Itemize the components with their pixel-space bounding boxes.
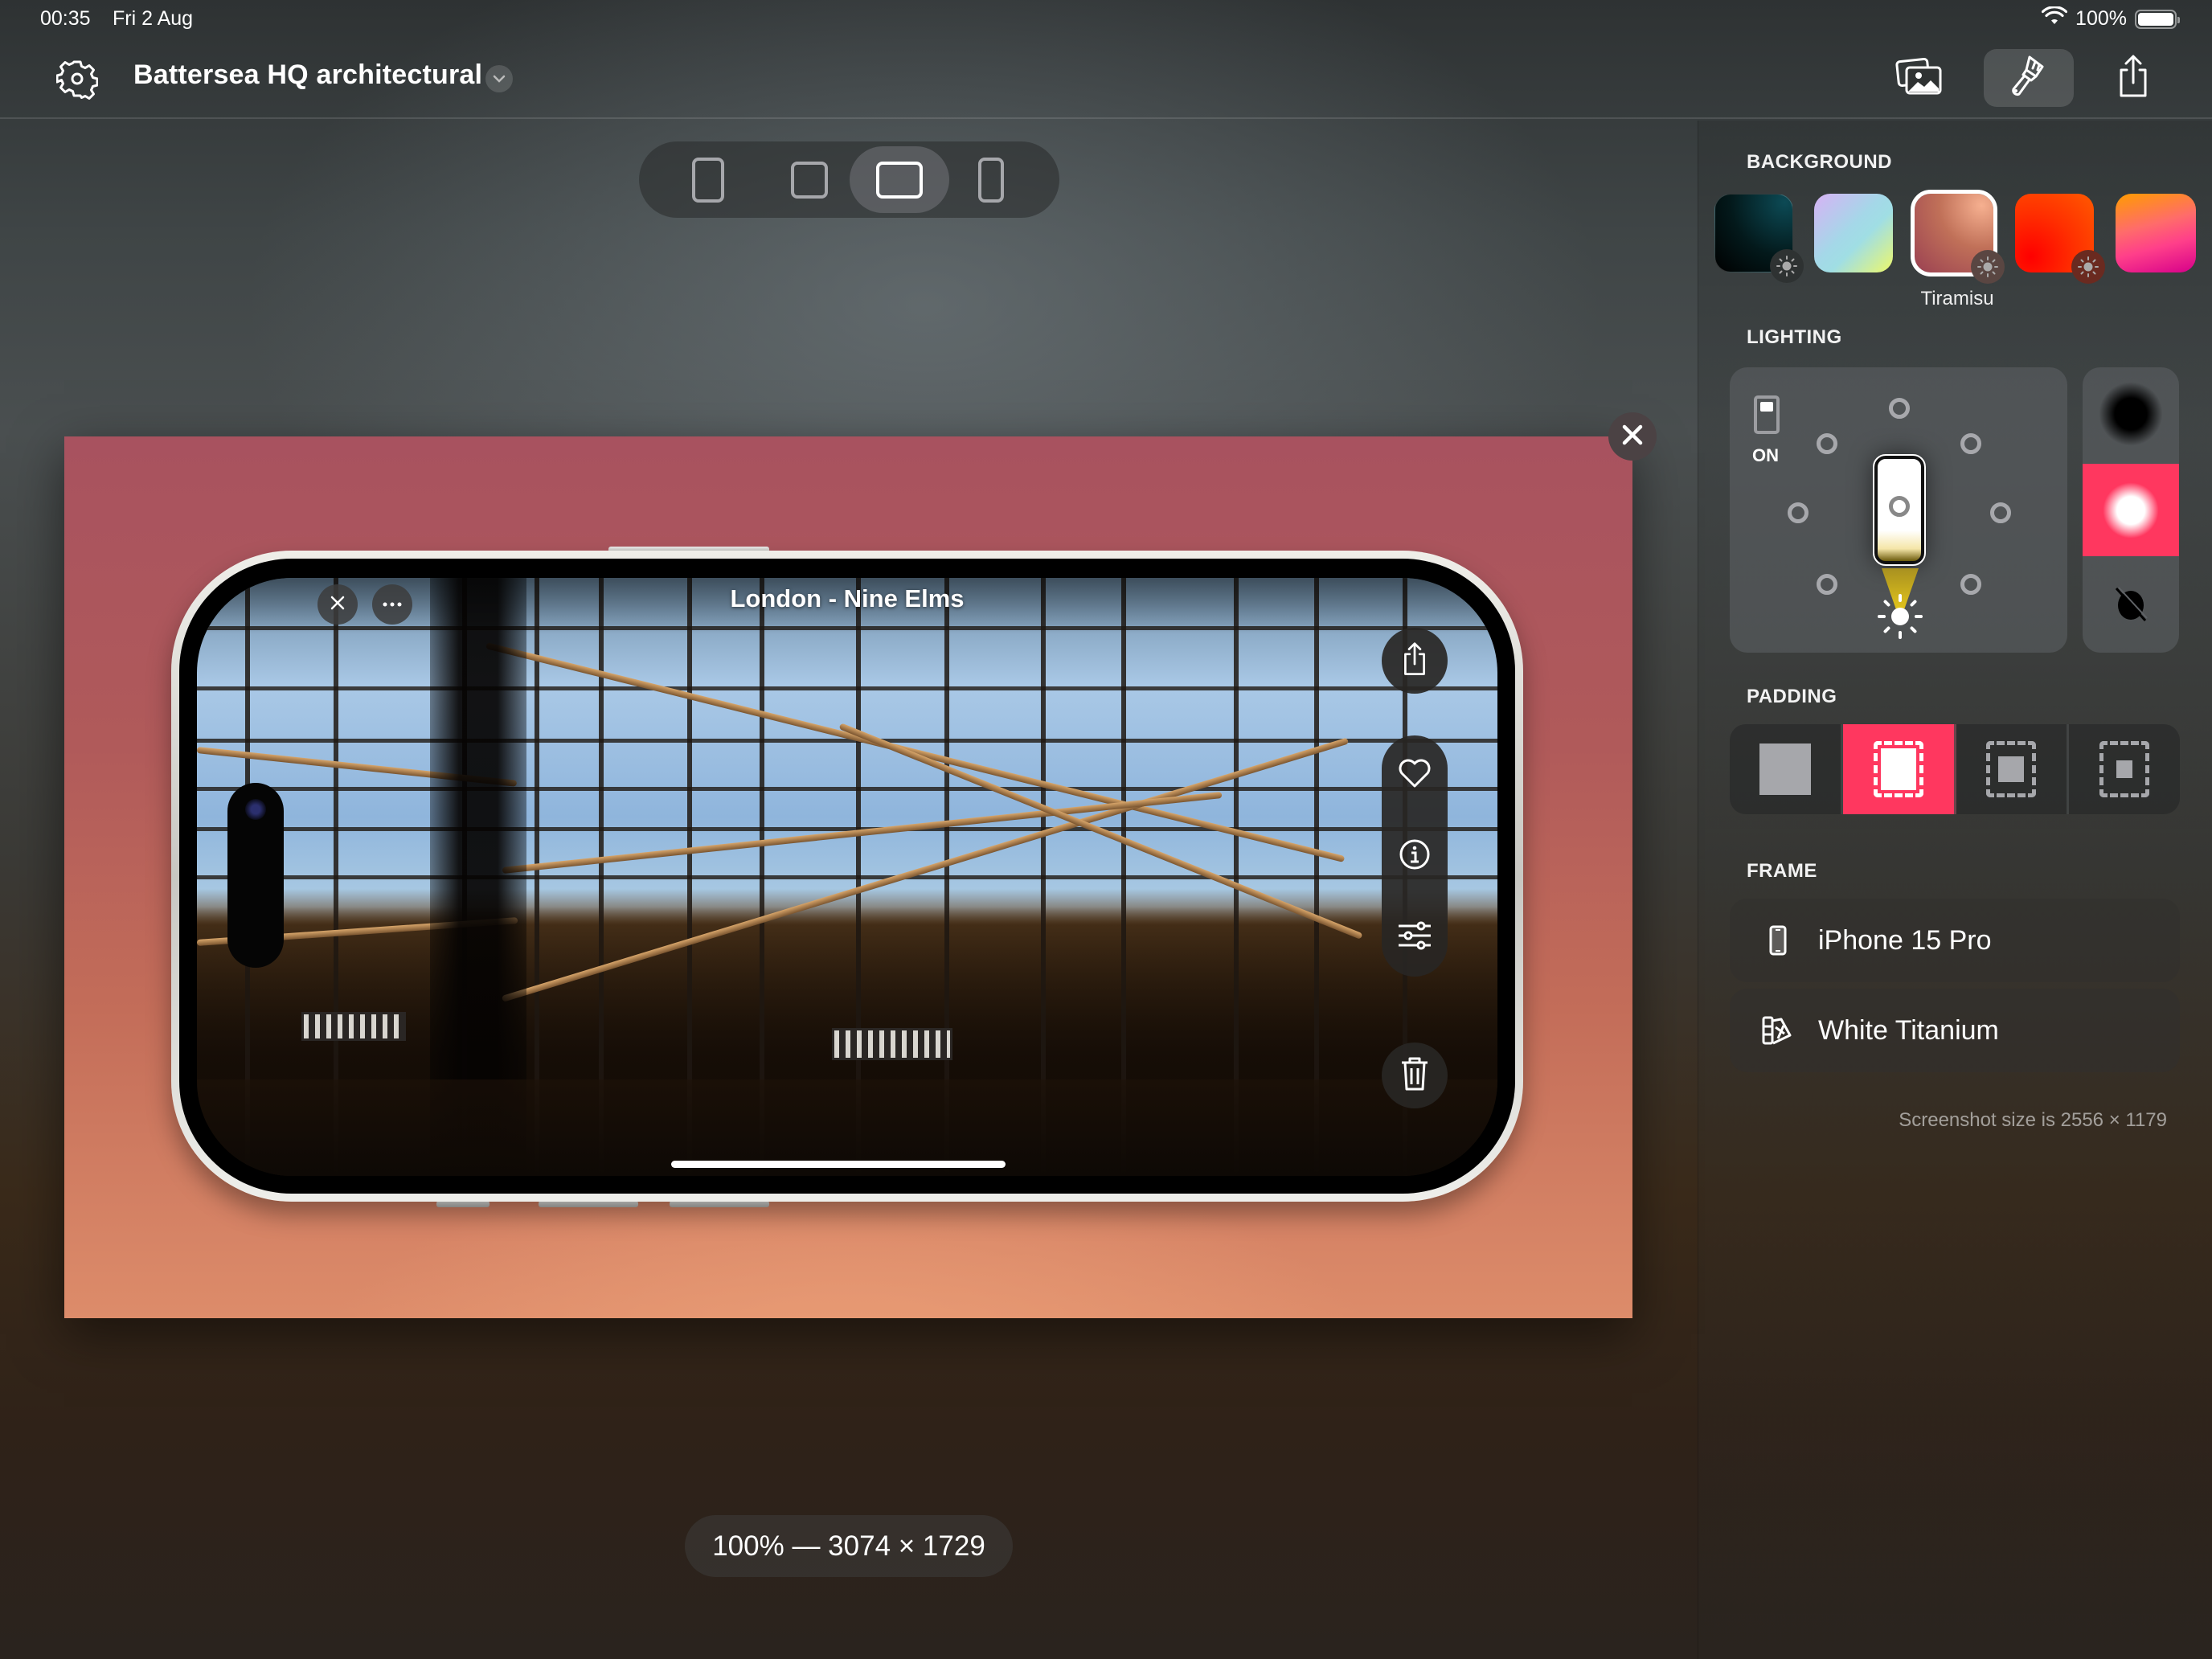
- remove-screenshot-button[interactable]: [1608, 412, 1657, 461]
- glow-icon: [2103, 481, 2159, 539]
- lighting-position-pad[interactable]: ON: [1730, 367, 2067, 653]
- sun-icon: [2071, 250, 2105, 284]
- zoom-readout: 100% — 3074 × 1729: [685, 1515, 1013, 1577]
- device-layout-selector: [639, 141, 1059, 218]
- padding-picker: [1730, 724, 2180, 814]
- sun-icon: [1874, 591, 1926, 642]
- color-swatches-icon: [1754, 1016, 1802, 1045]
- screenshot-size-note: Screenshot size is 2556 × 1179: [1899, 1109, 2167, 1131]
- battery-percent: 100%: [2075, 7, 2127, 30]
- background-swatch-red-orange[interactable]: [2015, 194, 2105, 284]
- battery-icon: [2135, 9, 2180, 29]
- shadow-dark-icon: [2099, 381, 2163, 446]
- background-swatch-dark-teal[interactable]: [1714, 194, 1804, 283]
- heart-icon: [1398, 758, 1432, 793]
- status-time: 00:35: [40, 7, 91, 30]
- gear-icon[interactable]: [55, 58, 99, 100]
- padding-option-none[interactable]: [1730, 724, 1843, 814]
- style-button[interactable]: [1984, 49, 2074, 107]
- light-position-top[interactable]: [1889, 398, 1910, 419]
- padding-option-small[interactable]: [1842, 724, 1956, 814]
- shadow-option-glow[interactable]: [2083, 464, 2179, 556]
- shadow-option-none[interactable]: [2083, 560, 2179, 653]
- screenshot-content: London - Nine Elms: [197, 578, 1497, 1176]
- frame-device-selector[interactable]: iPhone 15 Pro: [1730, 899, 2180, 982]
- document-title[interactable]: Battersea HQ architectural: [133, 59, 482, 91]
- share-icon: [2116, 54, 2151, 103]
- layout-phone-button[interactable]: [941, 146, 1041, 213]
- info-icon: [1398, 838, 1432, 875]
- background-swatch-tiramisu[interactable]: [1911, 190, 2005, 284]
- sun-icon: [1770, 249, 1804, 283]
- padding-section-label: PADDING: [1747, 686, 1837, 707]
- layout-square-button[interactable]: [760, 146, 859, 213]
- layout-landscape-button[interactable]: [850, 146, 949, 213]
- status-bar: 00:35 Fri 2 Aug 100%: [0, 0, 2212, 37]
- iphone-frame: London - Nine Elms: [171, 551, 1523, 1202]
- share-icon: [1401, 641, 1428, 681]
- frame-color-label: White Titanium: [1818, 1014, 1999, 1046]
- light-toggle-icon[interactable]: [1754, 395, 1780, 434]
- light-toggle-label: ON: [1752, 445, 1779, 465]
- frame-color-selector[interactable]: White Titanium: [1730, 989, 2180, 1072]
- no-shadow-icon: [2112, 585, 2150, 628]
- phone-side-button: [670, 1201, 769, 1207]
- light-position-right[interactable]: [1990, 502, 2011, 523]
- close-icon: [1620, 423, 1645, 451]
- photo-stack-icon: [1895, 56, 1944, 100]
- trash-icon: [1400, 1056, 1429, 1096]
- light-position-left[interactable]: [1788, 502, 1809, 523]
- screenshot-share-button: [1382, 628, 1448, 694]
- padding-option-medium[interactable]: [1956, 724, 2070, 814]
- status-date: Fri 2 Aug: [113, 7, 194, 30]
- screenshot-delete-button: [1382, 1043, 1448, 1108]
- background-swatch-sunset-pink[interactable]: [2116, 194, 2196, 272]
- tablet-portrait-icon: [692, 157, 724, 203]
- background-swatch-pastel[interactable]: [1814, 194, 1893, 272]
- share-button[interactable]: [2088, 49, 2178, 107]
- inspector-sidebar: BACKGROUND LIGHTING PADDING FRAME: [1698, 121, 2212, 1659]
- layout-portrait-button[interactable]: [658, 146, 758, 213]
- screenshot-action-pill: [1382, 735, 1448, 977]
- sun-icon: [1971, 250, 2005, 284]
- light-position-top-right[interactable]: [1960, 433, 1981, 454]
- toolbar: Battersea HQ architectural: [0, 37, 2212, 119]
- light-position-top-left[interactable]: [1817, 433, 1837, 454]
- lighting-section-label: LIGHTING: [1747, 326, 1842, 348]
- phone-side-button: [436, 1201, 490, 1207]
- phone-icon: [978, 157, 1004, 203]
- screenshot-title: London - Nine Elms: [730, 584, 965, 612]
- light-source-handle[interactable]: [1873, 454, 1926, 566]
- shadow-option-dark[interactable]: [2083, 367, 2179, 460]
- iphone-icon: [1754, 925, 1802, 956]
- frame-device-label: iPhone 15 Pro: [1818, 924, 1992, 956]
- paintbrush-icon: [2007, 54, 2050, 103]
- phone-side-button: [539, 1201, 638, 1207]
- square-icon: [791, 161, 828, 199]
- landscape-icon: [876, 161, 923, 199]
- light-position-bottom-right[interactable]: [1960, 574, 1981, 595]
- frame-section-label: FRAME: [1747, 860, 1817, 882]
- shadow-style-picker: [2083, 367, 2179, 653]
- background-section-label: BACKGROUND: [1747, 151, 1892, 173]
- dynamic-island: [227, 783, 284, 968]
- selected-background-name: Tiramisu: [1920, 288, 1994, 309]
- padding-option-large[interactable]: [2069, 724, 2180, 814]
- padding-none-icon: [1759, 743, 1811, 795]
- chevron-down-icon[interactable]: [485, 65, 513, 92]
- wifi-icon: [2041, 6, 2068, 31]
- photos-button[interactable]: [1874, 49, 1964, 107]
- home-indicator: [671, 1161, 1006, 1168]
- light-position-bottom-left[interactable]: [1817, 574, 1837, 595]
- sliders-icon: [1397, 921, 1432, 954]
